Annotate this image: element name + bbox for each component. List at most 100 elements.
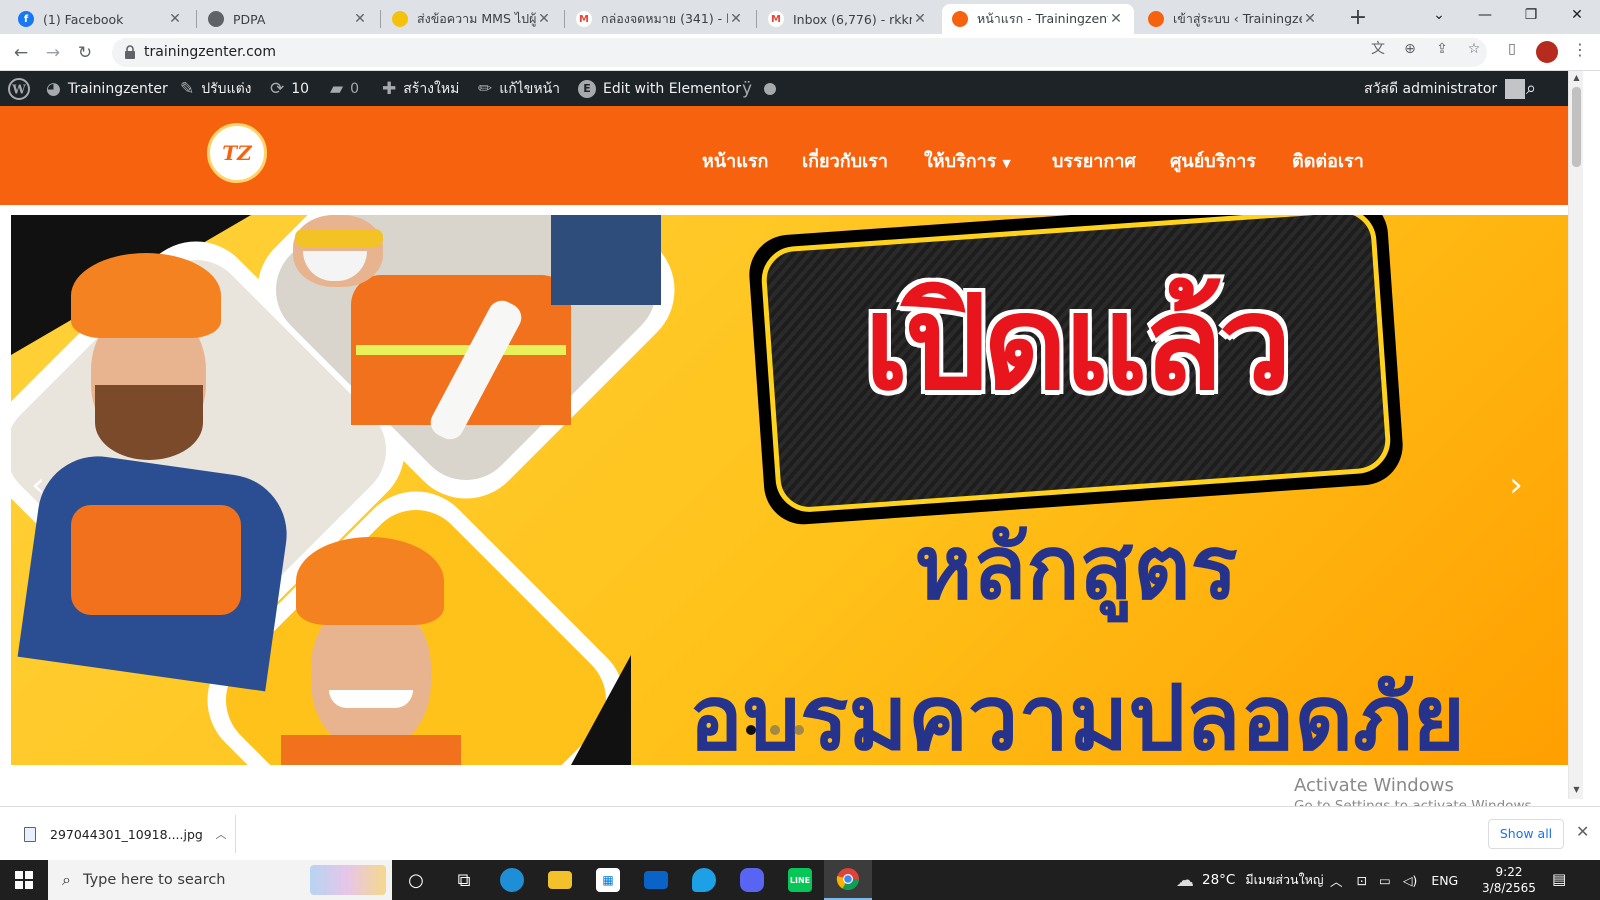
admin-new[interactable]: ✚ สร้างใหม่ xyxy=(382,71,459,106)
comments-count: 0 xyxy=(350,80,359,97)
browser-tab[interactable]: เข้าสู่ระบบ ‹ Trainingzenter ✕ xyxy=(1138,4,1328,34)
customize-label: ปรับแต่ง xyxy=(201,80,252,97)
search-highlight-image[interactable] xyxy=(310,865,386,895)
weather-widget[interactable]: ☁ 28°C มีเมฆส่วนใหญ่ xyxy=(1176,860,1324,900)
browser-tab-active[interactable]: หน้าแรก - Trainingzenter ✕ xyxy=(942,4,1134,34)
zoom-icon[interactable]: ⊕ xyxy=(1400,39,1420,59)
line-icon[interactable]: LINE xyxy=(776,860,824,900)
browser-menu-icon[interactable]: ⋮ xyxy=(1572,40,1588,59)
reload-icon[interactable]: ↻ xyxy=(73,41,97,65)
close-window-button[interactable]: ✕ xyxy=(1554,0,1600,30)
scroll-up-icon[interactable]: ▲ xyxy=(1569,73,1584,82)
restore-button[interactable]: ❐ xyxy=(1508,0,1554,30)
forward-icon[interactable]: → xyxy=(41,41,65,65)
store-icon[interactable]: ▦ xyxy=(584,860,632,900)
cortana-icon[interactable]: ○ xyxy=(392,860,440,900)
close-tab-icon[interactable]: ✕ xyxy=(1302,11,1318,27)
admin-edit-page[interactable]: ✏ แก้ไขหน้า xyxy=(478,71,560,106)
notification-icon[interactable]: ▤ xyxy=(1552,870,1566,888)
browser-tab[interactable]: ส่งข้อความ MMS ไปผู้รับ... ✕ xyxy=(382,4,562,34)
back-icon[interactable]: ← xyxy=(9,41,33,65)
admin-elementor[interactable]: E Edit with Elementor xyxy=(578,71,741,106)
slider-prev-arrow[interactable]: ‹ xyxy=(23,465,53,505)
tab-title: PDPA xyxy=(233,11,266,27)
browser-tab[interactable]: f (1) Facebook ✕ xyxy=(8,4,193,34)
browser-tab[interactable]: PDPA ✕ xyxy=(198,4,378,34)
browser-tab[interactable]: M กล่องจดหมาย (341) - boo ✕ xyxy=(566,4,754,34)
updates-count: 10 xyxy=(291,80,310,97)
admin-comments[interactable]: ▰ 0 xyxy=(330,71,359,106)
meet-icon[interactable]: ⊡ xyxy=(1357,873,1367,888)
weather-desc: มีเมฆส่วนใหญ่ xyxy=(1245,872,1324,887)
windows-logo-icon xyxy=(15,871,33,889)
close-tab-icon[interactable]: ✕ xyxy=(1108,11,1124,27)
wordpress-logo-icon[interactable]: W xyxy=(8,71,30,106)
minimize-button[interactable]: — xyxy=(1462,0,1508,30)
nav-services[interactable]: ให้บริการ ▼ xyxy=(924,146,1011,172)
nav-services-label: ให้บริการ xyxy=(924,151,997,172)
headline-open: เปิดแล้ว xyxy=(864,267,1292,419)
close-tab-icon[interactable]: ✕ xyxy=(912,11,928,27)
browser-tab[interactable]: M Inbox (6,776) - rkknoob ✕ xyxy=(758,4,938,34)
scroll-down-icon[interactable]: ▼ xyxy=(1569,785,1584,794)
site-logo[interactable]: TZ xyxy=(207,123,267,183)
admin-search-icon[interactable]: ⌕ xyxy=(1526,71,1543,106)
page-scrollbar[interactable]: ▲ ▼ xyxy=(1568,71,1583,799)
close-tab-icon[interactable]: ✕ xyxy=(536,11,552,27)
worker-vest xyxy=(281,735,461,765)
admin-account[interactable]: สวัสดี administrator xyxy=(1364,71,1526,106)
close-tab-icon[interactable]: ✕ xyxy=(352,11,368,27)
edge-icon[interactable] xyxy=(488,860,536,900)
scroll-thumb[interactable] xyxy=(1572,87,1581,167)
start-button[interactable] xyxy=(0,860,48,900)
clock-time: 9:22 xyxy=(1495,865,1523,879)
chrome-icon[interactable] xyxy=(824,860,872,900)
hero-slider: เปิดแล้ว หลักสูตร อบรมความปลอดภัย ‹ › xyxy=(11,215,1568,765)
yoast-icon[interactable]: ÿ xyxy=(742,71,777,106)
volume-icon[interactable]: ◁) xyxy=(1403,873,1418,888)
language-indicator[interactable]: ENG xyxy=(1431,873,1458,888)
side-panel-icon[interactable]: ▯ xyxy=(1502,39,1522,59)
discord-icon[interactable] xyxy=(728,860,776,900)
slider-dot[interactable] xyxy=(794,725,804,735)
admin-site-name[interactable]: ◕ Trainingzenter xyxy=(46,71,168,106)
edit-page-label: แก้ไขหน้า xyxy=(499,80,561,97)
nav-atmosphere[interactable]: บรรยากาศ xyxy=(1052,146,1136,172)
globe-icon xyxy=(208,11,224,27)
svg-text:W: W xyxy=(11,82,26,96)
nav-about[interactable]: เกี่ยวกับเรา xyxy=(802,146,888,172)
file-explorer-icon[interactable] xyxy=(536,860,584,900)
tab-search-icon[interactable]: ⌄ xyxy=(1416,0,1462,30)
close-tab-icon[interactable]: ✕ xyxy=(728,11,744,27)
slider-dot[interactable] xyxy=(746,725,756,735)
show-all-button[interactable]: Show all xyxy=(1488,819,1564,849)
close-download-bar-icon[interactable]: ✕ xyxy=(1576,822,1589,841)
tab-title: Inbox (6,776) - rkknoob xyxy=(793,11,912,27)
chevron-up-icon[interactable]: ︿ xyxy=(1330,871,1343,890)
mail-icon[interactable] xyxy=(632,860,680,900)
nav-service-center[interactable]: ศูนย์บริการ xyxy=(1170,146,1256,172)
share-icon[interactable]: ⇪ xyxy=(1432,39,1452,59)
url-text: trainingzenter.com xyxy=(144,44,276,60)
admin-updates[interactable]: ⟳ 10 xyxy=(270,71,309,106)
nav-home[interactable]: หน้าแรก xyxy=(702,146,768,172)
bookmark-star-icon[interactable]: ☆ xyxy=(1464,39,1484,59)
slider-dot[interactable] xyxy=(770,725,780,735)
task-view-icon[interactable]: ⧉ xyxy=(440,860,488,900)
translate-icon[interactable]: 文 xyxy=(1368,39,1388,59)
network-icon[interactable]: ▭ xyxy=(1379,873,1391,888)
admin-customize[interactable]: ✎ ปรับแต่ง xyxy=(180,71,252,106)
new-tab-button[interactable]: + xyxy=(1344,5,1372,33)
slider-next-arrow[interactable]: › xyxy=(1501,465,1531,505)
nav-contact[interactable]: ติดต่อเรา xyxy=(1292,146,1364,172)
profile-avatar[interactable] xyxy=(1536,41,1558,63)
close-tab-icon[interactable]: ✕ xyxy=(167,11,183,27)
chevron-up-icon[interactable]: ︿ xyxy=(207,826,235,842)
teams-chat-icon[interactable] xyxy=(680,860,728,900)
facebook-icon: f xyxy=(18,11,34,27)
taskbar-search[interactable]: ⌕ Type here to search xyxy=(48,860,392,900)
download-item[interactable]: 297044301_10918....jpg ︿ xyxy=(16,815,236,853)
address-bar[interactable]: trainingzenter.com xyxy=(112,38,1487,67)
updates-icon: ⟳ xyxy=(270,78,285,99)
system-clock[interactable]: 9:22 3/8/2565 xyxy=(1476,864,1542,896)
